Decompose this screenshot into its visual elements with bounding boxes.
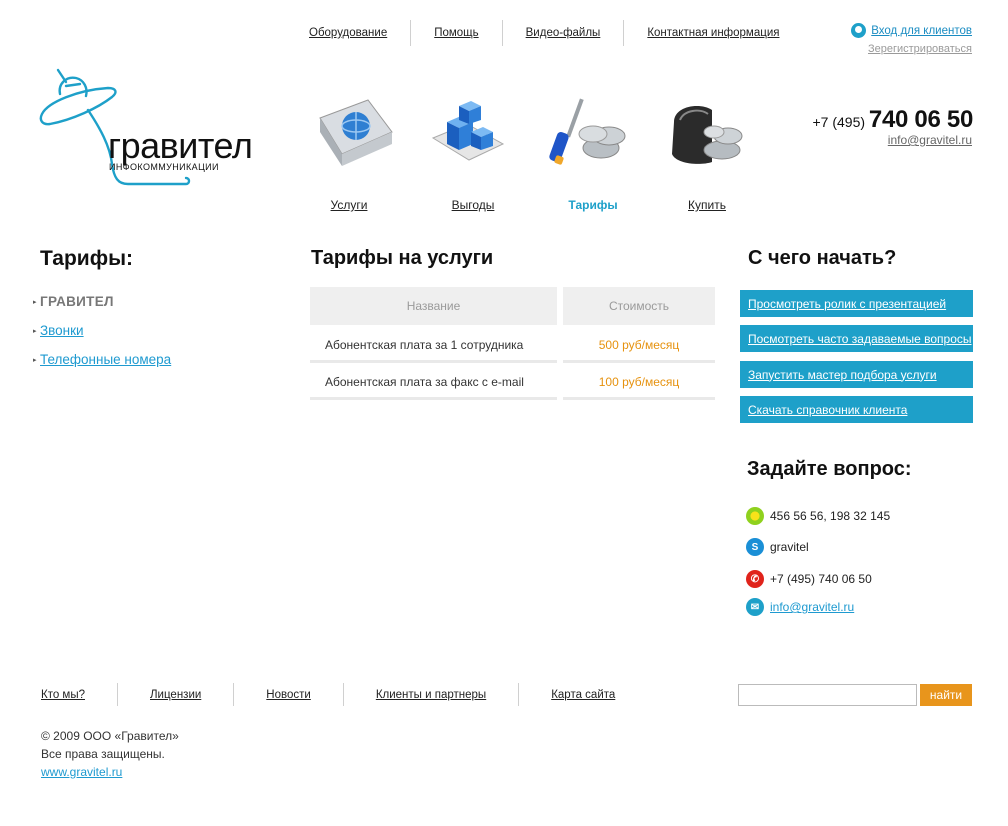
table-cell-price: 500 руб/месяц: [563, 330, 715, 363]
footer-news-link[interactable]: Новости: [266, 689, 311, 701]
page-title: Тарифы на услуги: [311, 247, 494, 269]
ask-title: Задайте вопрос:: [747, 458, 912, 480]
client-login: Вход для клиентов: [851, 23, 972, 38]
service-wizard-link[interactable]: Запустить мастер подбора услуги: [740, 361, 973, 388]
mail-icon: ✉: [746, 598, 764, 616]
contact-email-link[interactable]: info@gravitel.ru: [770, 600, 854, 614]
client-handbook-link[interactable]: Скачать справочник клиента: [740, 396, 973, 423]
bullet-icon: ▸: [33, 327, 37, 335]
blue-cubes-icon[interactable]: [425, 92, 515, 184]
left-title: Тарифы:: [40, 247, 134, 270]
service-vygody-link[interactable]: Выгоды: [423, 198, 523, 212]
header-phone: +7 (495) 740 06 50: [812, 106, 973, 134]
nav-video-link[interactable]: Видео-файлы: [526, 27, 601, 39]
bullet-icon: ▸: [33, 298, 37, 306]
rights-text: Все права защищены.: [41, 747, 165, 761]
screwdriver-coins-icon[interactable]: [543, 92, 633, 184]
start-title: С чего начать?: [748, 247, 897, 269]
nav-help-link[interactable]: Помощь: [434, 27, 478, 39]
contact-phone: ✆ +7 (495) 740 06 50: [746, 570, 872, 588]
icq-icon: [746, 507, 764, 525]
copyright-block: © 2009 ООО «Гравител» Все права защищены…: [41, 727, 179, 781]
footer-sitemap-link[interactable]: Карта сайта: [551, 689, 615, 701]
presentation-video-link[interactable]: Просмотреть ролик с презентацией: [740, 290, 973, 317]
footer-clients-link[interactable]: Клиенты и партнеры: [376, 689, 486, 701]
icq-value: 456 56 56, 198 32 145: [770, 509, 891, 523]
column-header-name: Название: [310, 287, 557, 325]
book-globe-icon[interactable]: [308, 92, 398, 184]
search-button[interactable]: найти: [920, 684, 972, 706]
logo-subtitle: ИНФОКОММУНИКАЦИИ: [109, 162, 219, 172]
wallet-coins-icon[interactable]: [660, 92, 750, 184]
footer-nav: Кто мы? Лицензии Новости Клиенты и партн…: [40, 683, 647, 706]
phone-icon: ✆: [746, 570, 764, 588]
left-nav-current: ГРАВИТЕЛ: [40, 294, 114, 309]
service-kupit-link[interactable]: Купить: [657, 198, 757, 212]
phone-prefix: +7 (495): [812, 114, 866, 130]
footer-about-link[interactable]: Кто мы?: [41, 689, 85, 701]
header-email-link[interactable]: info@gravitel.ru: [888, 133, 972, 147]
column-header-price: Стоимость: [563, 287, 715, 325]
phone-value: +7 (495) 740 06 50: [770, 572, 872, 586]
service-tarify-link[interactable]: Тарифы: [543, 198, 643, 212]
faq-link[interactable]: Посмотреть часто задаваемые вопросы: [740, 325, 973, 352]
user-icon: [851, 23, 867, 38]
left-nav-item: ▸ Телефонные номера: [33, 345, 171, 374]
search-input[interactable]: [738, 684, 917, 706]
site-link[interactable]: www.gravitel.ru: [41, 763, 179, 781]
table-cell-name: Абонентская плата за 1 сотрудника: [310, 330, 557, 363]
phone-main: 740 06 50: [868, 106, 973, 133]
left-nav-calls-link[interactable]: Звонки: [40, 323, 84, 338]
nav-contacts-link[interactable]: Контактная информация: [647, 27, 779, 39]
contact-icq: 456 56 56, 198 32 145: [746, 507, 890, 525]
register-link[interactable]: Зерегистрироваться: [868, 43, 972, 55]
table-cell-name: Абонентская плата за факс с e-mail: [310, 367, 557, 400]
contact-email: ✉ info@gravitel.ru: [746, 598, 854, 616]
left-nav-item: ▸ Звонки: [33, 316, 171, 345]
left-nav: ▸ ГРАВИТЕЛ ▸ Звонки ▸ Телефонные номера: [33, 287, 171, 374]
bullet-icon: ▸: [33, 356, 37, 364]
table-cell-price: 100 руб/месяц: [563, 367, 715, 400]
logo-name: гравител: [108, 125, 253, 166]
copyright-text: © 2009 ООО «Гравител»: [41, 729, 179, 743]
top-nav: Оборудование Помощь Видео-файлы Контактн…: [300, 20, 802, 46]
client-login-link[interactable]: Вход для клиентов: [871, 25, 972, 37]
skype-icon: S: [746, 538, 764, 556]
contact-skype: S gravitel: [746, 538, 809, 556]
left-nav-numbers-link[interactable]: Телефонные номера: [40, 352, 171, 367]
skype-value: gravitel: [770, 540, 809, 554]
nav-equipment-link[interactable]: Оборудование: [309, 27, 387, 39]
service-uslugi-link[interactable]: Услуги: [299, 198, 399, 212]
left-nav-item: ▸ ГРАВИТЕЛ: [33, 287, 171, 316]
footer-licenses-link[interactable]: Лицензии: [150, 689, 201, 701]
